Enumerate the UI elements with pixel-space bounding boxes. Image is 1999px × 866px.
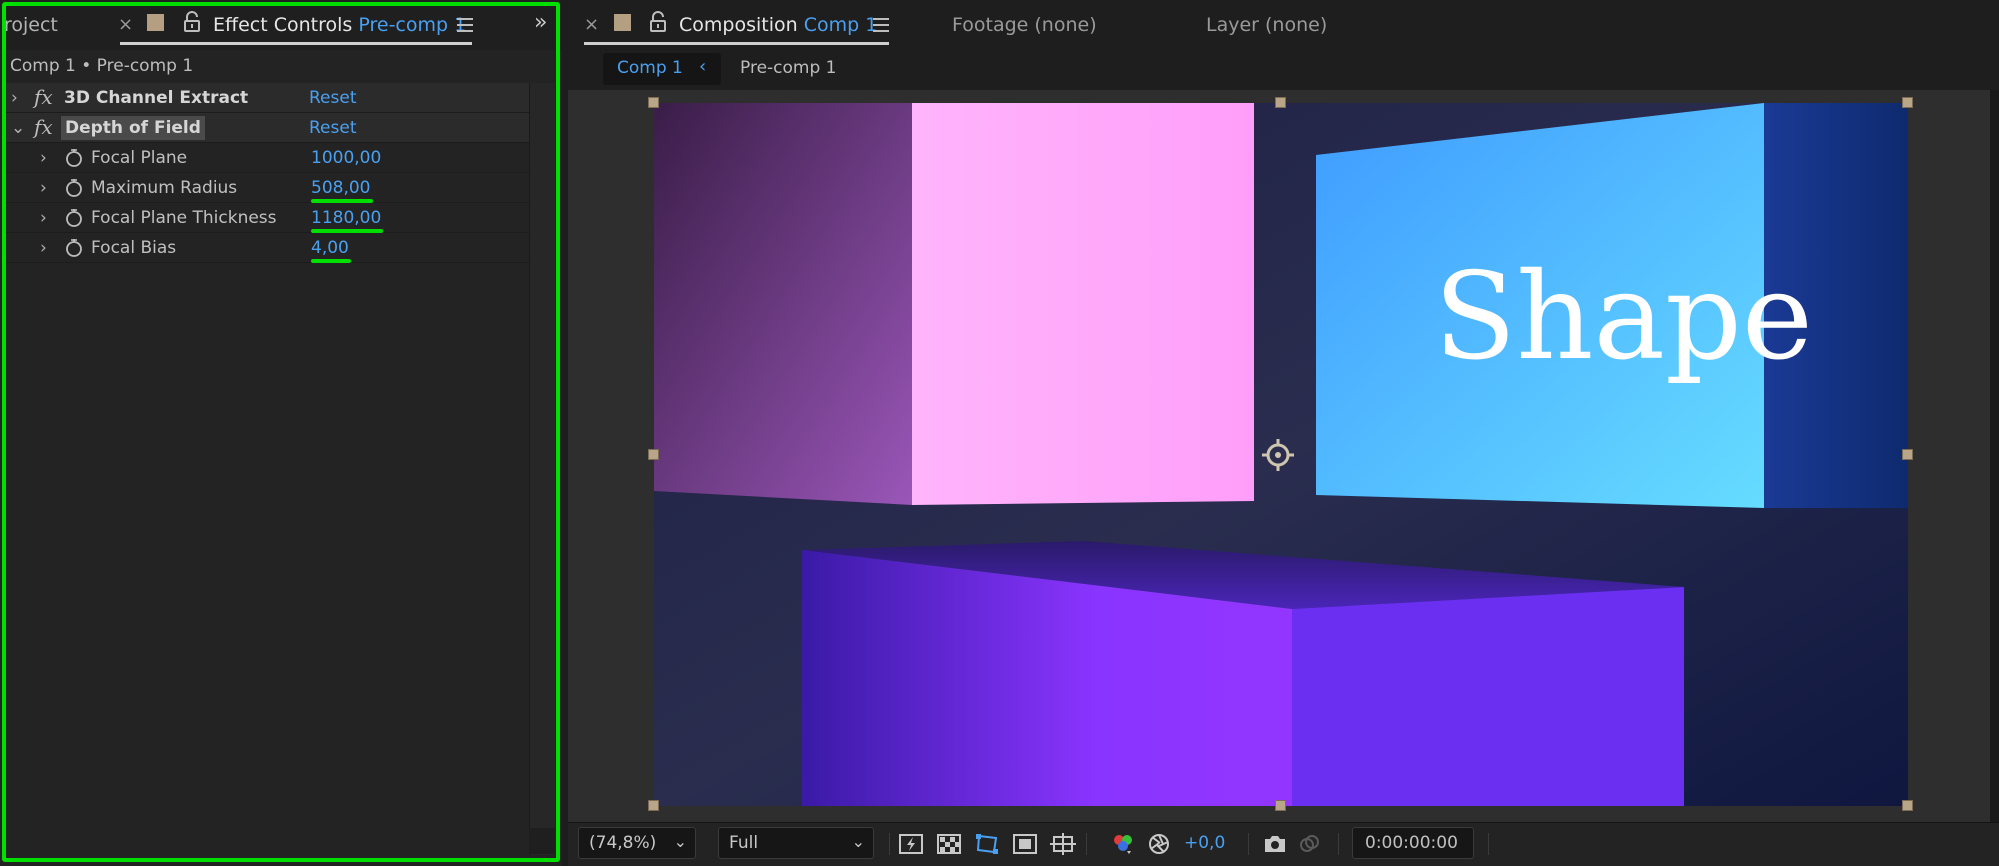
canvas-shape-text: Shape	[1434, 248, 1813, 387]
toolbar-divider	[1488, 833, 1489, 855]
chevron-left-icon: ‹	[699, 56, 707, 77]
tab-composition-label: Composition	[679, 14, 798, 36]
transform-handle[interactable]	[1275, 97, 1286, 108]
resolution-value: Full	[729, 833, 759, 853]
chevron-down-icon: ⌄	[673, 832, 687, 851]
breadcrumb-label: Comp 1	[617, 58, 683, 78]
close-icon[interactable]: ×	[584, 14, 599, 35]
transform-handle[interactable]	[648, 800, 659, 811]
effect-controls-panel: roject × Effect Controls Pre-comp 1 » Co…	[0, 0, 562, 866]
transform-handle[interactable]	[648, 97, 659, 108]
exposure-value[interactable]: +0,0	[1184, 833, 1225, 853]
resolution-dropdown[interactable]: Full ⌄	[718, 827, 874, 859]
magnification-value: (74,8%)	[589, 833, 657, 853]
show-snapshot-icon[interactable]	[1296, 832, 1322, 856]
camera-snapshot-icon[interactable]	[1262, 832, 1288, 856]
toolbar-divider	[1086, 833, 1087, 855]
lock-icon[interactable]	[648, 11, 668, 33]
composition-tab-bar: × Composition Comp 1 Footage (none) Laye…	[568, 0, 1999, 50]
mask-path-visibility-icon[interactable]	[974, 832, 1000, 856]
transform-handle[interactable]	[1275, 800, 1286, 811]
toolbar-divider	[1338, 833, 1339, 855]
comp-breadcrumb: Comp 1 ‹ Pre-comp 1	[568, 50, 1999, 90]
reset-exposure-icon[interactable]	[1146, 832, 1172, 856]
composition-viewer[interactable]: Shape	[568, 90, 1990, 822]
composition-panel: × Composition Comp 1 Footage (none) Laye…	[568, 0, 1999, 866]
current-time-field[interactable]: 0:00:00:00	[1352, 827, 1474, 859]
pink-box-side	[654, 103, 912, 505]
vertical-scrollbar[interactable]	[1990, 90, 1999, 822]
viewer-toolbar: (74,8%) ⌄ Full ⌄ +0,0 0:00:00:00	[568, 822, 1999, 866]
purple-box-side	[1292, 587, 1684, 806]
magnification-dropdown[interactable]: (74,8%) ⌄	[578, 827, 696, 859]
panel-highlight-frame	[2, 2, 560, 862]
grid-and-guides-icon[interactable]	[1050, 832, 1076, 856]
breadcrumb-pre-comp-1[interactable]: Pre-comp 1	[740, 58, 836, 78]
transform-handle[interactable]	[648, 449, 659, 460]
transparency-grid-icon[interactable]	[936, 832, 962, 856]
tab-composition-comp: Comp 1	[803, 14, 878, 36]
tab-footage[interactable]: Footage (none)	[952, 14, 1097, 36]
hamburger-menu-icon[interactable]	[873, 18, 889, 32]
timecode-value: 0:00:00:00	[1365, 833, 1458, 853]
transform-handle[interactable]	[1902, 800, 1913, 811]
tab-layer[interactable]: Layer (none)	[1206, 14, 1327, 36]
fast-previews-icon[interactable]	[898, 832, 924, 856]
chevron-down-icon: ⌄	[851, 832, 865, 851]
pink-box-front	[912, 103, 1254, 505]
toolbar-divider	[1248, 833, 1249, 855]
label-color-swatch[interactable]	[614, 14, 631, 31]
transform-handle[interactable]	[1902, 449, 1913, 460]
breadcrumb-comp-1[interactable]: Comp 1 ‹	[603, 53, 721, 85]
toolbar-divider	[889, 833, 890, 855]
tab-composition[interactable]: Composition Comp 1	[679, 14, 877, 36]
composition-canvas[interactable]: Shape	[654, 103, 1908, 806]
transform-handle[interactable]	[1902, 97, 1913, 108]
channel-rgb-icon[interactable]	[1110, 832, 1136, 856]
active-tab-underline	[584, 42, 889, 45]
region-of-interest-icon[interactable]	[1012, 832, 1038, 856]
